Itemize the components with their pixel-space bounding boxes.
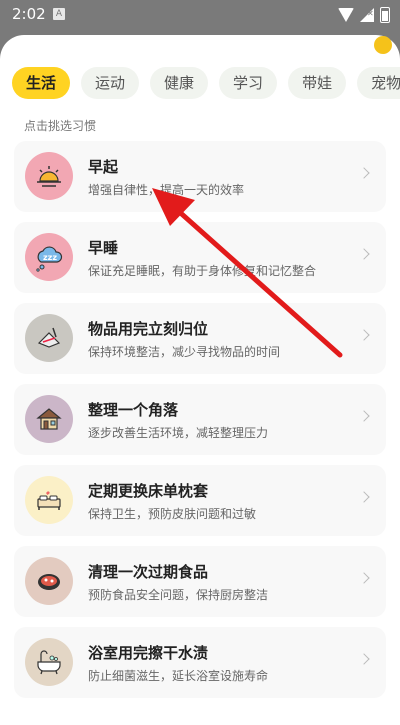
status-time: 2:02 [12, 5, 46, 23]
tab-health[interactable]: 健康 [150, 67, 209, 99]
habit-card-wake-early[interactable]: 早起 增强自律性，提高一天的效率 [14, 141, 386, 212]
tab-study[interactable]: 学习 [219, 67, 278, 99]
habit-desc: 增强自律性，提高一天的效率 [88, 183, 245, 197]
habit-title: 早起 [88, 158, 119, 176]
habit-card-put-back[interactable]: 物品用完立刻归位 保持环境整洁，减少寻找物品的时间 [14, 303, 386, 374]
hint-text: 点击挑选习惯 [24, 119, 97, 133]
notification-icon: A [53, 8, 65, 20]
stationery-icon [25, 314, 73, 362]
chevron-right-icon [358, 653, 370, 665]
chevron-right-icon [358, 410, 370, 422]
chevron-right-icon [358, 167, 370, 179]
habit-desc: 保证充足睡眠，有助于身体修复和记忆整合 [88, 264, 317, 278]
signal-icon: ✕ [360, 8, 374, 22]
status-icons: ✕ [338, 7, 390, 23]
habit-card-tidy-corner[interactable]: 整理一个角落 逐步改善生活环境，减轻整理压力 [14, 384, 386, 455]
chevron-right-icon [358, 491, 370, 503]
habit-title: 定期更换床单枕套 [88, 482, 209, 500]
habit-title: 早睡 [88, 239, 119, 257]
chevron-right-icon [358, 329, 370, 341]
habit-desc: 保持环境整洁，减少寻找物品的时间 [88, 345, 281, 359]
habit-title: 浴室用完擦干水渍 [88, 644, 209, 662]
habit-picker-sheet: 生活 运动 健康 学习 带娃 宠物 点击挑选习惯 早起 增强自律性，提高一天的效… [0, 35, 400, 725]
battery-icon [380, 7, 390, 23]
food-box-icon [25, 557, 73, 605]
sleep-cloud-icon: zzz [25, 233, 73, 281]
status-bar: 2:02 A ✕ [0, 0, 400, 30]
habit-title: 清理一次过期食品 [88, 563, 209, 581]
bathtub-icon [25, 638, 73, 686]
habit-card-change-sheets[interactable]: 定期更换床单枕套 保持卫生，预防皮肤问题和过敏 [14, 465, 386, 536]
habit-card-expired-food[interactable]: 清理一次过期食品 预防食品安全问题，保持厨房整洁 [14, 546, 386, 617]
tab-life[interactable]: 生活 [12, 67, 71, 99]
chevron-right-icon [358, 248, 370, 260]
chevron-right-icon [358, 572, 370, 584]
wifi-icon [338, 8, 354, 22]
habit-title: 物品用完立刻归位 [88, 320, 209, 338]
habit-desc: 防止细菌滋生，延长浴室设施寿命 [88, 669, 269, 683]
habit-card-dry-bathroom[interactable]: 浴室用完擦干水渍 防止细菌滋生，延长浴室设施寿命 [14, 627, 386, 698]
habit-desc: 预防食品安全问题，保持厨房整洁 [88, 588, 269, 602]
habit-desc: 逐步改善生活环境，减轻整理压力 [88, 426, 269, 440]
habit-title: 整理一个角落 [88, 401, 179, 419]
habit-desc: 保持卫生，预防皮肤问题和过敏 [88, 507, 257, 521]
sunrise-icon [25, 152, 73, 200]
corner-indicator [374, 36, 392, 54]
category-tabs: 生活 运动 健康 学习 带娃 宠物 [12, 67, 400, 101]
house-icon [25, 395, 73, 443]
tab-kids[interactable]: 带娃 [288, 67, 347, 99]
tab-sport[interactable]: 运动 [81, 67, 140, 99]
habit-card-sleep-early[interactable]: zzz 早睡 保证充足睡眠，有助于身体修复和记忆整合 [14, 222, 386, 293]
bed-icon [25, 476, 73, 524]
habit-list: 早起 增强自律性，提高一天的效率 zzz 早睡 保证充足睡眠，有助于身体修复和记… [14, 141, 386, 708]
tab-pets[interactable]: 宠物 [357, 67, 400, 99]
svg-text:zzz: zzz [43, 253, 57, 262]
